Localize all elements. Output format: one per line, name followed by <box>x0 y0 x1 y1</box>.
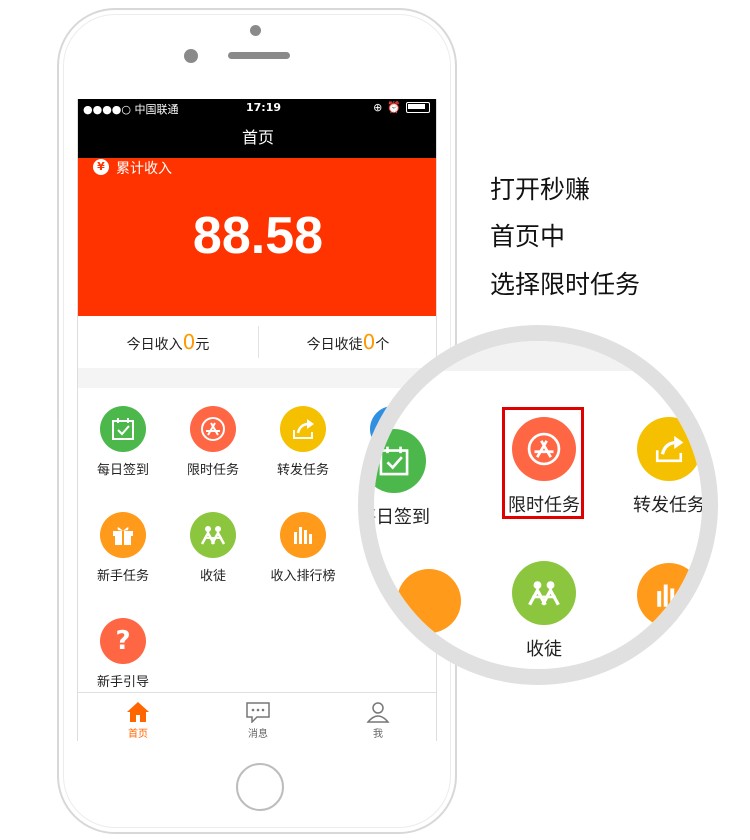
bottom-tab-bar: 首页 消息 我 <box>78 692 436 741</box>
magnified-income-rank[interactable] <box>614 563 702 637</box>
grid-item-daily-checkin[interactable]: 每日签到 <box>78 406 168 478</box>
magnifier: 每日签到 限时任务 转发任务 收徒 <box>358 325 718 685</box>
income-banner: ¥ 累计收入 88.58 <box>78 158 436 316</box>
grid-item-label: 收徒 <box>199 569 226 584</box>
lock-rotation-icon: ⊕ <box>373 101 383 114</box>
today-income: 今日收入0元 <box>126 330 210 354</box>
page-title: 首页 <box>78 117 436 158</box>
tab-home[interactable]: 首页 <box>78 699 198 740</box>
grid-item-label: 收入排行榜 <box>270 569 336 584</box>
magnified-apprentice[interactable]: 收徒 <box>489 561 599 661</box>
grid-item-newbie-task[interactable]: 新手任务 <box>78 512 168 584</box>
status-icons: ⊕ ⏰ <box>373 101 430 114</box>
earpiece-speaker <box>228 52 290 59</box>
home-icon <box>78 699 198 725</box>
magnified-label: 收徒 <box>526 639 562 660</box>
magnified-share-task[interactable]: 转发任务 <box>614 417 702 517</box>
tab-label: 消息 <box>248 729 268 740</box>
magnified-newbie-task[interactable] <box>374 569 484 643</box>
carrier-label: ●●●●○ 中国联通 <box>83 103 179 116</box>
grid-item-income-rank[interactable]: 收入排行榜 <box>258 512 348 584</box>
today-income-value: 0 <box>182 330 196 354</box>
yen-icon: ¥ <box>93 159 109 175</box>
grid-item-label: 新手任务 <box>96 569 149 584</box>
share-icon <box>280 406 326 452</box>
share-icon <box>637 417 701 481</box>
grid-item-label: 新手引导 <box>96 675 149 690</box>
grid-item-label: 限时任务 <box>186 463 239 478</box>
people-icon <box>512 561 576 625</box>
magnifier-lens: 每日签到 限时任务 转发任务 收徒 <box>374 341 702 669</box>
grid-item-limited-task[interactable]: 限时任务 <box>168 406 258 478</box>
tab-label: 首页 <box>128 729 148 740</box>
clock: 17:19 <box>246 101 282 114</box>
income-label: 累计收入 <box>116 161 172 177</box>
battery-icon <box>406 102 430 113</box>
caption-line-3: 选择限时任务 <box>490 270 641 299</box>
magnified-label: 转发任务 <box>633 495 702 516</box>
question-icon: ? <box>100 618 146 664</box>
app-store-icon <box>190 406 236 452</box>
grid-item-apprentice[interactable]: 收徒 <box>168 512 258 584</box>
tab-messages[interactable]: 消息 <box>198 699 318 740</box>
caption-line-2: 首页中 <box>490 222 566 251</box>
user-icon <box>318 699 436 725</box>
bar-chart-icon <box>280 512 326 558</box>
people-icon <box>190 512 236 558</box>
grid-item-label: 转发任务 <box>276 463 329 478</box>
grid-item-label: 每日签到 <box>96 463 149 478</box>
calendar-check-icon <box>374 429 426 493</box>
magnified-label: 每日签到 <box>374 507 430 528</box>
income-amount: 88.58 <box>192 207 324 265</box>
selection-highlight <box>502 407 584 519</box>
caption-line-1: 打开秒赚 <box>490 175 591 204</box>
tab-label: 我 <box>373 729 383 740</box>
magnified-daily-checkin[interactable]: 每日签到 <box>374 429 449 529</box>
magnified-divider <box>374 341 702 371</box>
grid-item-share-task[interactable]: 转发任务 <box>258 406 348 478</box>
proximity-sensor <box>184 49 198 63</box>
gift-icon <box>100 512 146 558</box>
calendar-check-icon <box>100 406 146 452</box>
message-icon <box>198 699 318 725</box>
front-camera <box>250 25 261 36</box>
grid-item-guide[interactable]: ? 新手引导 <box>78 618 168 690</box>
home-button[interactable] <box>236 763 284 811</box>
tab-me[interactable]: 我 <box>318 699 436 740</box>
gift-icon <box>397 569 461 633</box>
alarm-icon: ⏰ <box>387 101 401 114</box>
bar-chart-icon <box>637 563 701 627</box>
status-bar: ●●●●○ 中国联通 17:19 ⊕ ⏰ <box>78 99 436 117</box>
